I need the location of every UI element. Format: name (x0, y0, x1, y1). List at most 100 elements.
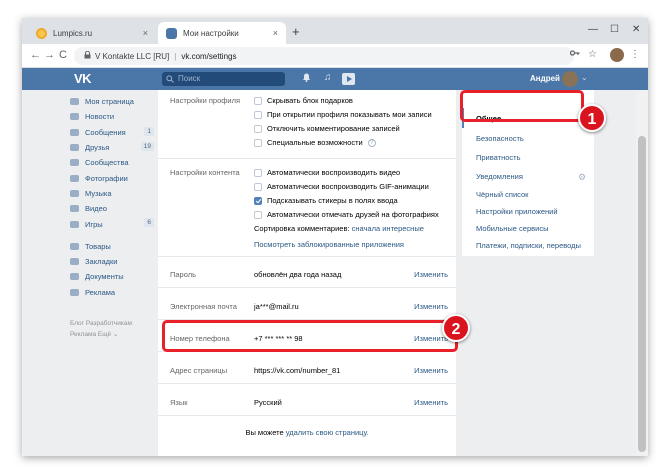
checkbox-box[interactable] (254, 168, 262, 177)
games-icon (70, 220, 79, 228)
settings-panel: Настройки профиля Скрывать блок подарков… (158, 90, 456, 456)
checkbox-show-my-posts[interactable]: При открытии профиля показывать мои запи… (254, 110, 432, 119)
nav-item-photos[interactable]: Фотографии (70, 170, 160, 185)
checkbox-box[interactable] (254, 124, 262, 133)
help-icon[interactable]: ? (367, 138, 376, 147)
tab-close-icon[interactable]: × (273, 28, 278, 38)
bookmark-star-icon[interactable]: ☆ (588, 49, 597, 60)
vk-logo[interactable]: VK (74, 71, 92, 86)
menu-item-mobile-services[interactable]: Мобильные сервисы (476, 224, 548, 233)
lumpics-favicon-icon (36, 27, 47, 39)
tab-label: Lumpics.ru (53, 28, 93, 38)
nav-item-bookmarks[interactable]: Закладки (70, 254, 160, 269)
gear-icon[interactable]: ⚙ (578, 172, 586, 183)
checkbox-hide-gifts[interactable]: Скрывать блок подарков (254, 96, 353, 105)
blocked-apps-link[interactable]: Посмотреть заблокированные приложения (254, 240, 404, 249)
reload-button[interactable]: C (59, 49, 67, 61)
change-address-link[interactable]: Изменить (414, 366, 448, 375)
tab-vk-settings[interactable]: Мои настройки × (158, 22, 286, 44)
nav-item-communities[interactable]: Сообщества (70, 155, 160, 170)
home-icon (70, 98, 79, 106)
address-bar[interactable]: V Kontakte LLC [RU] | vk.com/settings (74, 47, 574, 65)
left-footer-links-2[interactable]: Реклама Ещё ⌄ (70, 330, 118, 338)
menu-item-blacklist[interactable]: Чёрный список (476, 190, 528, 199)
key-icon[interactable] (569, 49, 580, 60)
nav-item-news[interactable]: Новости (70, 109, 160, 124)
checkbox-box[interactable] (254, 182, 262, 191)
nav-item-games[interactable]: Игры 6 (70, 216, 160, 231)
nav-item-video[interactable]: Видео (70, 201, 160, 216)
menu-item-privacy[interactable]: Приватность (476, 153, 521, 162)
back-button[interactable]: ← (30, 49, 41, 61)
left-footer-links-1[interactable]: Блог Разработчикам (70, 320, 132, 327)
nav-separator (70, 232, 160, 239)
comment-sort-setting: Сортировка комментариев: сначала интерес… (254, 224, 424, 233)
step-badge-1: 1 (578, 104, 606, 132)
tab-label: Мои настройки (183, 28, 239, 38)
menu-item-payments[interactable]: Платежи, подписки, переводы (476, 241, 581, 250)
checkbox-box[interactable] (254, 210, 262, 219)
nav-item-ads[interactable]: Реклама (70, 285, 160, 300)
close-window-button[interactable]: ✕ (632, 24, 640, 35)
music-note-icon[interactable]: ♫ (324, 72, 332, 83)
change-password-link[interactable]: Изменить (414, 270, 448, 279)
comment-sort-dropdown[interactable]: сначала интересные (352, 224, 424, 233)
browser-profile-avatar[interactable] (610, 48, 624, 62)
left-navigation: Моя страница Новости Сообщения 1 Друзья 19… (70, 94, 160, 300)
tab-strip: Lumpics.ru × Мои настройки × + — ☐ ✕ (22, 18, 648, 44)
shopping-bag-icon (70, 242, 79, 250)
new-tab-button[interactable]: + (292, 24, 300, 39)
tab-lumpics[interactable]: Lumpics.ru × (28, 22, 156, 44)
search-icon (166, 72, 174, 88)
menu-item-app-settings[interactable]: Настройки приложений (476, 207, 558, 216)
password-value: обновлён два года назад (254, 270, 342, 279)
change-email-link[interactable]: Изменить (414, 302, 448, 311)
checkbox-autoplay-gif[interactable]: Автоматически воспроизводить GIF-анимаци… (254, 182, 429, 191)
vk-user-avatar[interactable] (562, 71, 578, 87)
password-label: Пароль (170, 270, 197, 279)
tab-close-icon[interactable]: × (143, 28, 148, 38)
profile-settings-label: Настройки профиля (170, 96, 241, 105)
delete-page-link[interactable]: удалить свою страницу. (286, 428, 369, 437)
browser-menu-icon[interactable]: ⋮ (630, 49, 640, 60)
divider (158, 256, 456, 257)
checkbox-disable-comments[interactable]: Отключить комментирование записей (254, 124, 400, 133)
vk-favicon-icon (166, 27, 177, 39)
camera-icon (70, 174, 79, 182)
checkbox-box[interactable] (254, 110, 262, 119)
checkbox-accessibility[interactable]: Специальные возможности? (254, 138, 376, 147)
scrollbar-thumb[interactable] (638, 136, 646, 452)
maximize-button[interactable]: ☐ (610, 24, 619, 35)
count-badge: 19 (140, 141, 154, 151)
checkbox-box[interactable] (254, 96, 262, 105)
vertical-scrollbar[interactable] (636, 90, 648, 456)
checkbox-tag-friends[interactable]: Автоматически отмечать друзей на фотогра… (254, 210, 439, 219)
nav-item-music[interactable]: Музыка (70, 186, 160, 201)
chevron-down-icon[interactable]: ⌄ (581, 73, 588, 82)
minimize-button[interactable]: — (588, 24, 598, 35)
music-icon (70, 189, 79, 197)
checkbox-box-checked[interactable] (254, 196, 262, 205)
vk-search-input[interactable]: Поиск (162, 72, 285, 86)
divider (158, 415, 456, 416)
nav-item-documents[interactable]: Документы (70, 269, 160, 284)
vk-user-name[interactable]: Андрей (530, 74, 560, 83)
nav-item-goods[interactable]: Товары (70, 239, 160, 254)
forward-button[interactable]: → (44, 49, 55, 61)
divider (158, 287, 456, 288)
checkbox-box[interactable] (254, 138, 262, 147)
nav-item-my-page[interactable]: Моя страница (70, 94, 160, 109)
blocked-apps-link-row: Посмотреть заблокированные приложения (254, 240, 404, 249)
change-language-link[interactable]: Изменить (414, 398, 448, 407)
notifications-bell-icon[interactable] (302, 72, 311, 85)
menu-item-security[interactable]: Безопасность (476, 134, 524, 143)
messages-icon (70, 128, 79, 136)
video-play-icon[interactable] (342, 73, 355, 85)
nav-item-friends[interactable]: Друзья 19 (70, 140, 160, 155)
checkbox-sticker-hints[interactable]: Подсказывать стикеры в полях ввода (254, 196, 398, 205)
menu-item-notifications[interactable]: Уведомления (476, 172, 523, 181)
nav-item-messages[interactable]: Сообщения 1 (70, 125, 160, 140)
vk-header: VK Поиск ♫ Андрей ⌄ (22, 68, 648, 90)
checkbox-autoplay-video[interactable]: Автоматически воспроизводить видео (254, 168, 400, 177)
highlight-phone (162, 320, 458, 352)
